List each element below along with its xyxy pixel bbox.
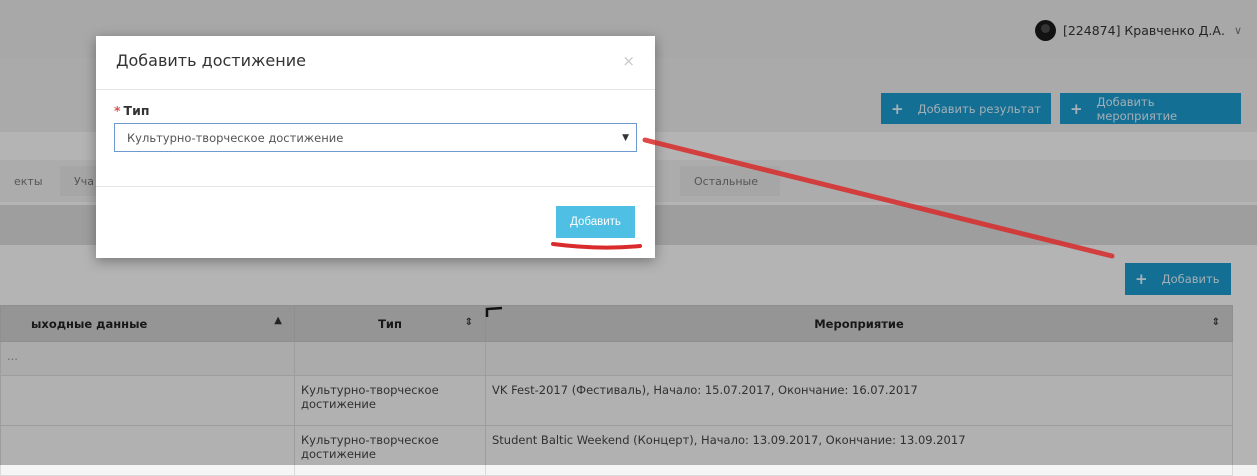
divider [96, 186, 655, 187]
submit-add-button[interactable]: Добавить [556, 206, 635, 238]
caret-down-icon: ▼ [622, 133, 629, 143]
dialog-title: Добавить достижение [116, 51, 306, 70]
type-label-text: Тип [123, 103, 150, 118]
type-select-value: Культурно-творческое достижение [127, 130, 344, 145]
close-icon[interactable]: × [622, 52, 635, 70]
type-select[interactable]: Культурно-творческое достижение ▼ [114, 123, 637, 152]
type-field-label: * Тип [114, 103, 149, 118]
divider [96, 89, 655, 90]
required-mark: * [114, 103, 121, 118]
add-achievement-dialog: Добавить достижение × * Тип Культурно-тво… [96, 36, 655, 258]
